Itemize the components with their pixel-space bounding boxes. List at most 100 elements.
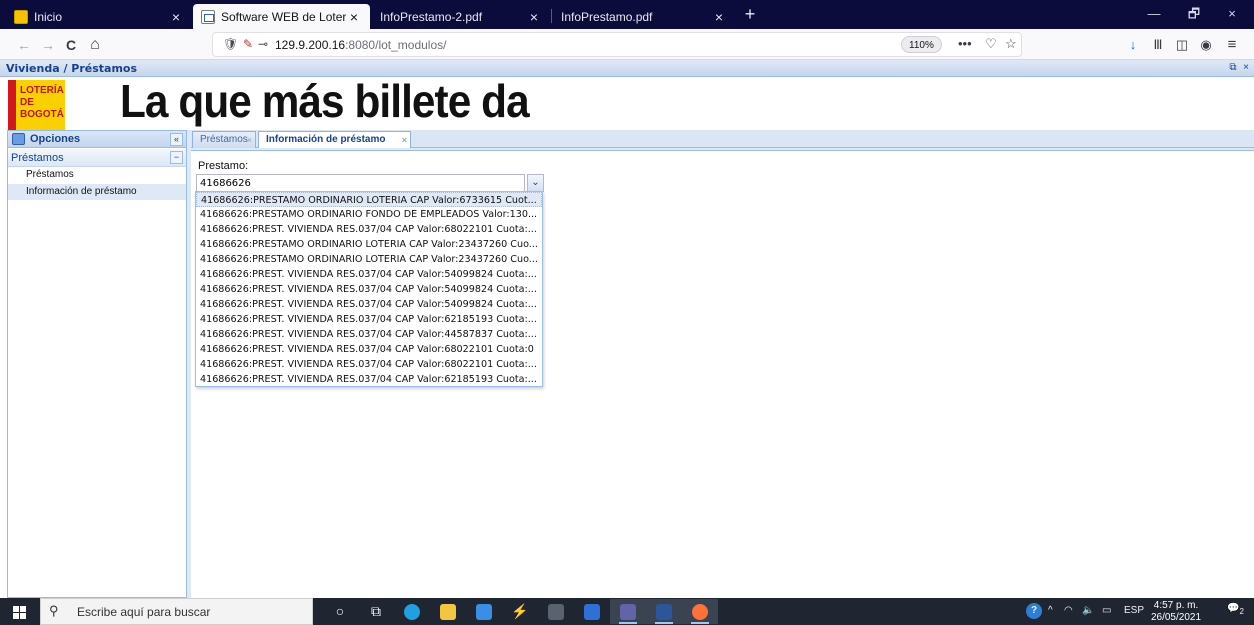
- home-button[interactable]: ⌂: [84, 34, 106, 56]
- content-tab-bar: Préstamos × Información de préstamo ×: [191, 130, 1254, 149]
- list-item[interactable]: 41686626:PRESTAMO ORDINARIO LOTERIA CAP …: [196, 252, 542, 267]
- volume-icon[interactable]: 🔈: [1082, 605, 1094, 616]
- tree-item-prestamos[interactable]: Préstamos: [8, 167, 186, 183]
- list-item[interactable]: 41686626:PREST. VIVIENDA RES.037/04 CAP …: [196, 222, 542, 237]
- prestamo-combobox[interactable]: ⌄: [196, 174, 544, 192]
- close-icon[interactable]: ×: [1240, 62, 1252, 74]
- battery-icon[interactable]: ▭: [1102, 605, 1111, 616]
- list-item[interactable]: 41686626:PREST. VIVIENDA RES.037/04 CAP …: [196, 357, 542, 372]
- new-tab-button[interactable]: +: [738, 4, 762, 26]
- address-bar[interactable]: 🛡 ✎ ⊸ 129.9.200.16:8080/lot_modulos/ 110…: [212, 32, 1022, 57]
- options-panel-header: Opciones «: [8, 131, 186, 148]
- close-icon[interactable]: ×: [526, 9, 542, 25]
- slogan: La que más billete da: [120, 78, 530, 127]
- list-item[interactable]: 41686626:PREST. VIVIENDA RES.037/04 CAP …: [196, 312, 542, 327]
- navigation-bar: ← → C ⌂ 🛡 ✎ ⊸ 129.9.200.16:8080/lot_modu…: [0, 29, 1254, 60]
- back-button[interactable]: ←: [13, 34, 35, 56]
- search-placeholder: Escribe aquí para buscar: [77, 605, 211, 619]
- chevron-down-icon[interactable]: ⌄: [527, 174, 544, 192]
- edge-icon[interactable]: [394, 599, 430, 624]
- tab-informacion-prestamo[interactable]: Información de préstamo ×: [258, 131, 411, 149]
- tray-chevron-icon[interactable]: ^: [1048, 605, 1053, 616]
- downloads-icon[interactable]: ↓: [1123, 35, 1143, 55]
- firefox-icon[interactable]: [682, 599, 718, 624]
- restore-button[interactable]: 🗗: [1174, 2, 1214, 26]
- minimize-button[interactable]: —: [1134, 2, 1174, 26]
- tree-item-informacion-prestamo[interactable]: Información de préstamo: [8, 184, 186, 200]
- list-item[interactable]: 41686626:PREST. VIVIENDA RES.037/04 CAP …: [196, 342, 542, 357]
- tab-label: Software WEB de Loterias: [221, 9, 346, 24]
- sidebar-icon[interactable]: ◫: [1172, 35, 1192, 55]
- list-item[interactable]: 41686626:PREST. VIVIENDA RES.037/04 CAP …: [196, 282, 542, 297]
- list-item[interactable]: 41686626:PRESTAMO ORDINARIO LOTERIA CAP …: [196, 192, 542, 207]
- list-item[interactable]: 41686626:PREST. VIVIENDA RES.037/04 CAP …: [196, 267, 542, 282]
- url-path: :8080/lot_modulos/: [345, 38, 447, 52]
- taskbar-search[interactable]: ⚲ Escribe aquí para buscar: [40, 598, 313, 625]
- windows-logo-pane: [13, 613, 19, 619]
- app-bolt-icon[interactable]: ⚡: [502, 599, 538, 624]
- help-icon[interactable]: ?: [1026, 603, 1042, 619]
- close-icon[interactable]: ×: [711, 9, 727, 25]
- yellow-page-icon: [14, 9, 28, 24]
- browser-tab-software-web[interactable]: Software WEB de Loterias ×: [193, 4, 370, 29]
- notification-count: 2: [1239, 607, 1244, 616]
- mail-icon[interactable]: [466, 599, 502, 624]
- close-icon[interactable]: ×: [168, 9, 184, 25]
- list-item[interactable]: 41686626:PREST. VIVIENDA RES.037/04 CAP …: [196, 327, 542, 342]
- restore-icon[interactable]: ⧉: [1227, 62, 1239, 74]
- browser-tab-infoprestamo[interactable]: InfoPrestamo.pdf ×: [553, 4, 735, 29]
- logo-text: LOTERÍA DE BOGOTÁ: [20, 85, 64, 121]
- menu-icon[interactable]: ≡: [1222, 35, 1242, 55]
- network-icon[interactable]: ◠: [1064, 605, 1073, 616]
- app-blue-icon[interactable]: [574, 599, 610, 624]
- screen: Inicio × Software WEB de Loterias × Info…: [0, 0, 1254, 625]
- logo-line: BOGOTÁ: [20, 109, 64, 120]
- tab-close-icon[interactable]: ×: [247, 132, 252, 148]
- teams-icon[interactable]: [610, 599, 646, 624]
- language-indicator[interactable]: ESP: [1124, 605, 1144, 616]
- file-explorer-icon[interactable]: [430, 599, 466, 624]
- windows-start-button[interactable]: [0, 598, 40, 625]
- pocket-icon[interactable]: ♡: [985, 36, 997, 52]
- list-item[interactable]: 41686626:PREST. VIVIENDA RES.037/04 CAP …: [196, 297, 542, 312]
- app-title-bar: Vivienda / Préstamos ⧉ ×: [0, 60, 1254, 77]
- url-text: 129.9.200.16:8080/lot_modulos/: [275, 38, 446, 52]
- prestamo-input[interactable]: [196, 174, 525, 192]
- clock-date: 26/05/2021: [1150, 612, 1202, 623]
- options-title: Opciones: [30, 133, 81, 145]
- list-item[interactable]: 41686626:PRESTAMO ORDINARIO FONDO DE EMP…: [196, 207, 542, 222]
- library-icon[interactable]: Ⅲ: [1148, 35, 1168, 55]
- browser-tab-strip: Inicio × Software WEB de Loterias × Info…: [0, 0, 1254, 29]
- tab-label: InfoPrestamo.pdf: [561, 9, 653, 24]
- logo-red-stripe: [8, 80, 16, 130]
- window-close-button[interactable]: ×: [1212, 2, 1252, 26]
- tab-label: InfoPrestamo-2.pdf: [380, 9, 483, 24]
- page-actions-icon[interactable]: •••: [958, 36, 972, 51]
- reload-button[interactable]: C: [60, 34, 82, 56]
- list-item[interactable]: 41686626:PRESTAMO ORDINARIO LOTERIA CAP …: [196, 237, 542, 252]
- zoom-level-button[interactable]: 110%: [901, 36, 942, 53]
- list-item[interactable]: 41686626:PREST. VIVIENDA RES.037/04 CAP …: [196, 372, 542, 386]
- tab-close-icon[interactable]: ×: [402, 132, 407, 148]
- browser-tab-inicio[interactable]: Inicio ×: [6, 4, 192, 29]
- cortana-icon[interactable]: ○: [322, 599, 358, 624]
- bookmark-star-icon[interactable]: ☆: [1005, 36, 1017, 52]
- collapse-group-icon[interactable]: −: [170, 151, 183, 164]
- notifications-icon[interactable]: 💬2: [1227, 603, 1244, 616]
- accordion-header-prestamos[interactable]: Préstamos −: [8, 149, 186, 167]
- collapse-panel-icon[interactable]: «: [170, 133, 183, 146]
- close-icon[interactable]: ×: [346, 9, 362, 25]
- task-view-icon[interactable]: ⧉: [358, 599, 394, 624]
- account-icon[interactable]: ◉: [1196, 35, 1216, 55]
- forward-button[interactable]: →: [37, 34, 59, 56]
- browser-tab-infoprestamo-2[interactable]: InfoPrestamo-2.pdf ×: [372, 4, 550, 29]
- windows-taskbar: ⚲ Escribe aquí para buscar ○ ⧉ ⚡ ? ^ ◠ 🔈…: [0, 598, 1254, 625]
- word-icon[interactable]: [646, 599, 682, 624]
- tab-label: Préstamos: [200, 134, 248, 145]
- prestamo-options-list[interactable]: 41686626:PRESTAMO ORDINARIO LOTERIA CAP …: [195, 191, 543, 387]
- windows-logo-pane: [13, 606, 19, 612]
- clock[interactable]: 4:57 p. m. 26/05/2021: [1150, 600, 1202, 624]
- tab-prestamos[interactable]: Préstamos ×: [192, 131, 256, 148]
- calculator-icon[interactable]: [538, 599, 574, 624]
- tab-strip-underline: [191, 148, 1254, 151]
